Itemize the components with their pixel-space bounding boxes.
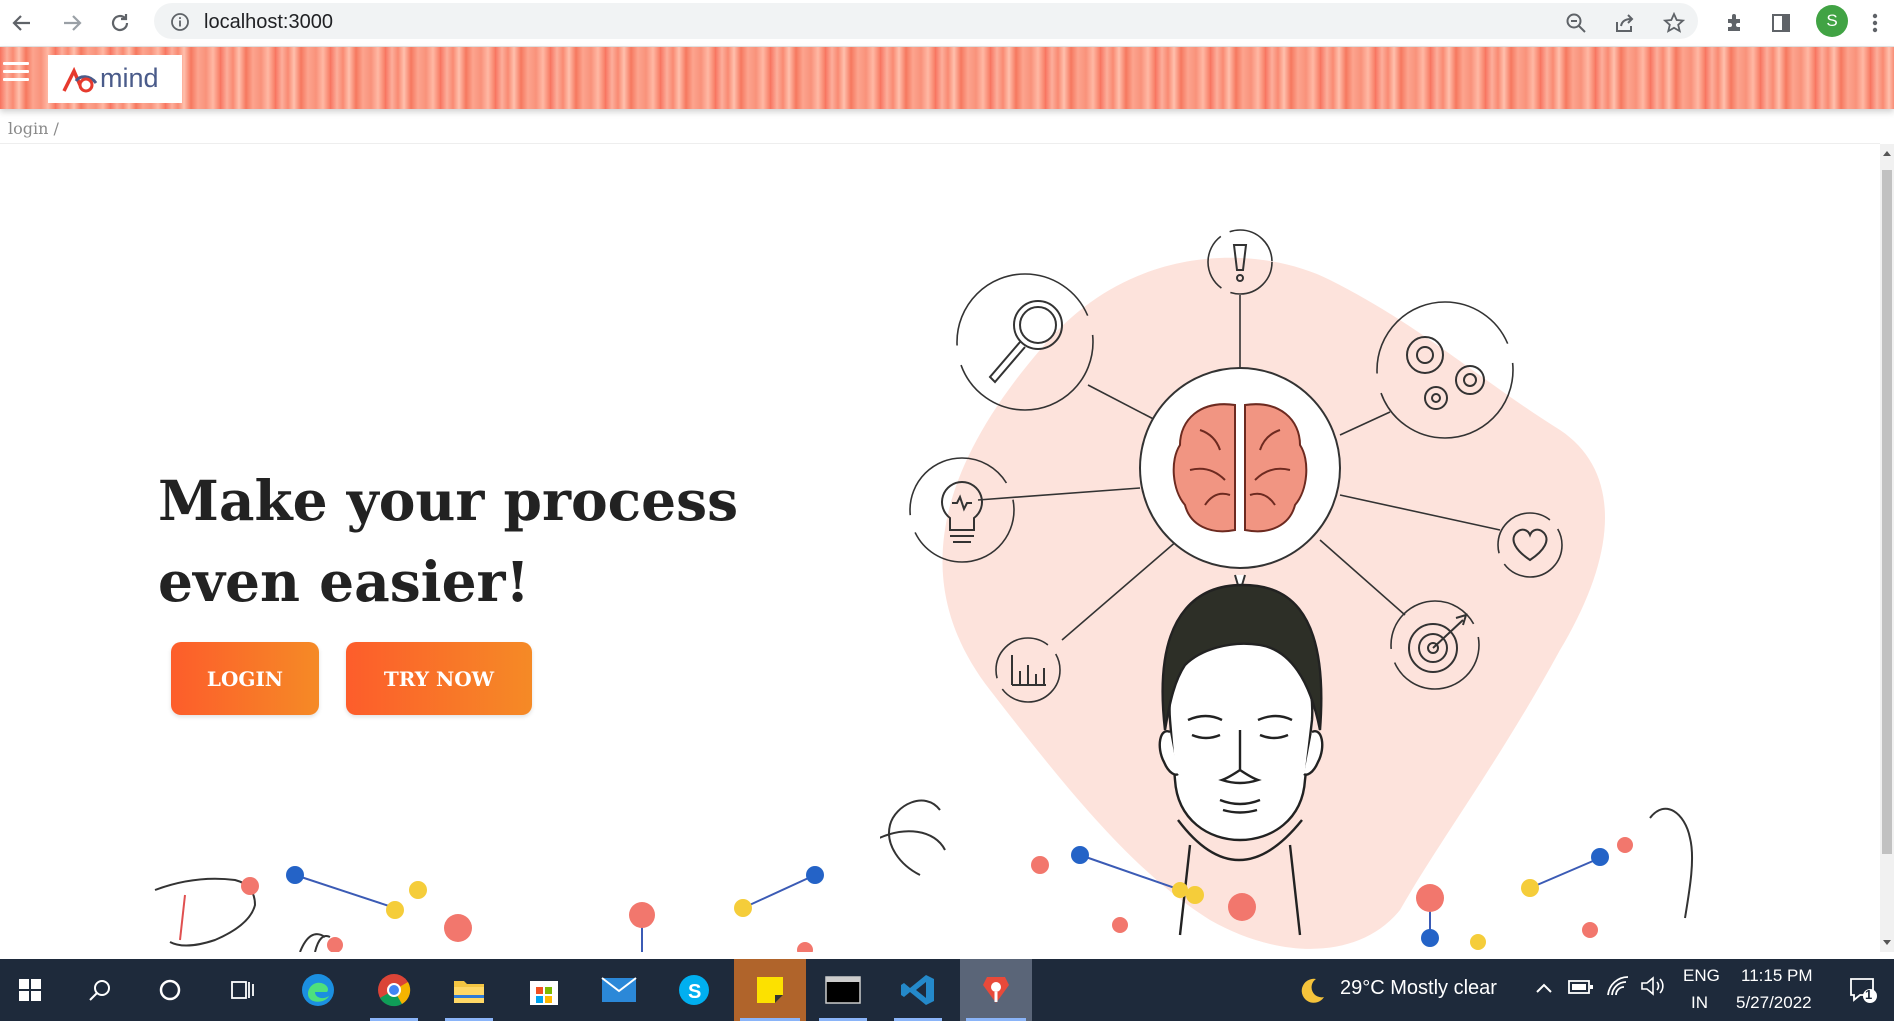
svg-text:S: S [688,981,701,1003]
wifi-icon[interactable] [1606,975,1630,1001]
mail-icon[interactable] [589,959,649,1021]
forward-button[interactable] [56,7,88,39]
scroll-down-arrow-icon[interactable] [1880,934,1894,952]
logo[interactable]: mind [48,55,182,103]
reload-button[interactable] [104,7,136,39]
skype-icon[interactable]: S [664,959,724,1021]
url-text: localhost:3000 [204,11,333,33]
forward-arrow-icon [64,15,82,31]
edge-icon[interactable] [288,959,348,1021]
language-indicator-top[interactable]: ENG [1683,966,1720,986]
scroll-up-arrow-icon[interactable] [1880,144,1894,162]
windows-taskbar: S 29°C Mostly clear ENG IN 11:15 PM 5/27… [0,959,1894,1021]
scroll-thumb[interactable] [1882,170,1892,854]
app-header: mind [0,47,1894,109]
site-info-icon[interactable] [170,12,190,36]
login-button[interactable]: LOGIN [171,642,319,715]
sticky-notes-icon[interactable] [734,959,806,1021]
search-icon[interactable] [70,959,130,1021]
bookmark-star-icon[interactable] [1659,8,1689,38]
zoom-icon[interactable] [1561,8,1591,38]
weather-text[interactable]: 29°C Mostly clear [1340,977,1497,1000]
extensions-puzzle-icon[interactable] [1720,8,1750,38]
page-scrollbar[interactable] [1880,144,1894,952]
side-panel-icon[interactable] [1766,8,1796,38]
microsoft-store-icon[interactable] [514,959,574,1021]
address-bar[interactable]: localhost:3000 [154,3,1698,39]
bottom-left-decoration [154,866,824,952]
task-view-icon[interactable] [212,959,272,1021]
language-indicator-bottom[interactable]: IN [1691,993,1708,1013]
chevron-up-icon[interactable] [1535,979,1553,998]
try-now-button[interactable]: TRY NOW [346,642,532,715]
notification-count: 1 [1865,987,1873,1002]
back-arrow-icon [12,15,30,31]
brain-illustration [880,229,1694,950]
windows-start-icon[interactable] [0,959,60,1021]
share-icon[interactable] [1610,8,1640,38]
clock-time[interactable]: 11:15 PM [1741,966,1813,986]
hamburger-menu-icon[interactable] [3,62,29,84]
volume-icon[interactable] [1640,975,1666,1001]
logo-text: mind [100,63,159,93]
file-explorer-icon[interactable] [439,959,499,1021]
battery-icon[interactable] [1568,979,1594,999]
vscode-icon[interactable] [888,959,948,1021]
active-app-icon[interactable] [960,959,1032,1021]
header-divider [0,143,1880,144]
breadcrumb[interactable]: login / [8,119,59,138]
hero-title: Make your process even easier! [158,468,739,614]
reload-icon [111,14,129,32]
clock-date[interactable]: 5/27/2022 [1736,993,1812,1013]
chrome-icon[interactable] [364,959,424,1021]
terminal-icon[interactable] [813,959,873,1021]
notification-center-icon[interactable] [1848,975,1878,1009]
back-button[interactable] [6,7,38,39]
kebab-menu-icon[interactable] [1860,8,1890,38]
profile-avatar[interactable]: S [1816,5,1848,37]
weather-moon-icon[interactable] [1296,975,1326,1009]
browser-toolbar: localhost:3000 S [0,0,1894,47]
cortana-icon[interactable] [140,959,200,1021]
logo-mark-icon [62,67,98,93]
